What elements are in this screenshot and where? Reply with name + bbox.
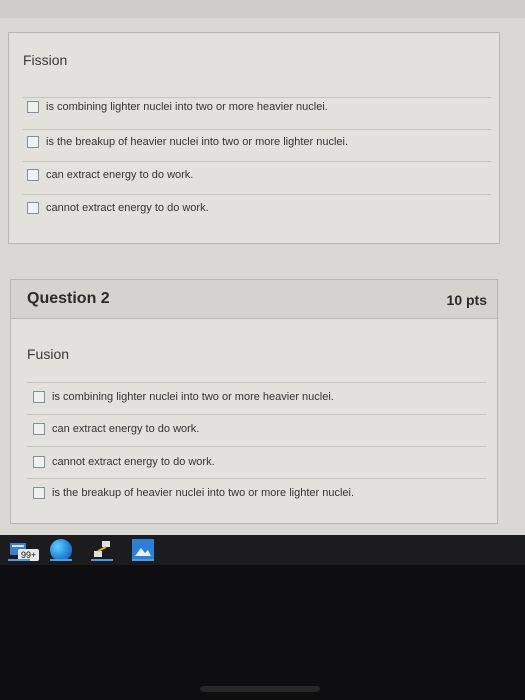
question-2-option-1[interactable]: is combining lighter nuclei into two or … bbox=[33, 391, 334, 403]
photos-icon[interactable] bbox=[132, 539, 154, 561]
active-indicator bbox=[8, 559, 30, 561]
option-label: is combining lighter nuclei into two or … bbox=[52, 391, 334, 403]
divider bbox=[23, 161, 491, 162]
option-label: can extract energy to do work. bbox=[46, 169, 194, 181]
tasks-icon[interactable]: 99+ bbox=[8, 539, 40, 561]
active-indicator bbox=[132, 559, 154, 561]
question-2-card: Question 2 10 pts Fusion is combining li… bbox=[10, 279, 498, 524]
option-label: cannot extract energy to do work. bbox=[46, 202, 209, 214]
divider bbox=[27, 414, 487, 415]
option-label: is combining lighter nuclei into two or … bbox=[46, 101, 328, 113]
divider bbox=[23, 129, 491, 130]
divider bbox=[23, 194, 491, 195]
checkbox[interactable] bbox=[27, 169, 39, 181]
question-1-prompt: Fission bbox=[23, 52, 68, 68]
question-1-option-4[interactable]: cannot extract energy to do work. bbox=[27, 202, 209, 214]
checkbox[interactable] bbox=[33, 423, 45, 435]
question-2-option-4[interactable]: is the breakup of heavier nuclei into tw… bbox=[33, 487, 354, 499]
question-1-card: Fission is combining lighter nuclei into… bbox=[8, 32, 500, 244]
active-indicator bbox=[50, 559, 72, 561]
checkbox[interactable] bbox=[27, 202, 39, 214]
top-strip bbox=[0, 0, 525, 18]
question-2-header: Question 2 10 pts bbox=[11, 280, 497, 319]
checkbox[interactable] bbox=[27, 136, 39, 148]
divider bbox=[27, 446, 487, 447]
divider bbox=[27, 478, 487, 479]
active-indicator bbox=[91, 559, 113, 561]
quiz-page: Fission is combining lighter nuclei into… bbox=[0, 0, 525, 535]
question-2-option-3[interactable]: cannot extract energy to do work. bbox=[33, 456, 215, 468]
checkbox[interactable] bbox=[33, 456, 45, 468]
checkbox[interactable] bbox=[27, 101, 39, 113]
question-2-title: Question 2 bbox=[27, 290, 110, 307]
option-label: is the breakup of heavier nuclei into tw… bbox=[52, 487, 355, 499]
option-label: can extract energy to do work. bbox=[52, 423, 200, 435]
checkbox[interactable] bbox=[33, 487, 45, 499]
question-2-prompt: Fusion bbox=[27, 346, 70, 362]
divider bbox=[23, 97, 491, 98]
photos-icon bbox=[135, 548, 151, 556]
option-label: cannot extract energy to do work. bbox=[52, 456, 215, 468]
bezel-reflection bbox=[200, 686, 320, 692]
question-2-option-2[interactable]: can extract energy to do work. bbox=[33, 423, 199, 435]
network-icon[interactable] bbox=[91, 539, 113, 561]
edge-browser-icon[interactable] bbox=[50, 539, 72, 561]
divider bbox=[27, 382, 487, 383]
network-icon bbox=[94, 541, 110, 557]
question-1-option-1[interactable]: is combining lighter nuclei into two or … bbox=[27, 101, 328, 113]
question-1-option-3[interactable]: can extract energy to do work. bbox=[27, 169, 193, 181]
checkbox[interactable] bbox=[33, 391, 45, 403]
question-1-option-2[interactable]: is the breakup of heavier nuclei into tw… bbox=[27, 136, 348, 148]
taskbar: 99+ bbox=[0, 535, 525, 565]
question-2-points: 10 pts bbox=[446, 292, 487, 308]
option-label: is the breakup of heavier nuclei into tw… bbox=[46, 136, 349, 148]
